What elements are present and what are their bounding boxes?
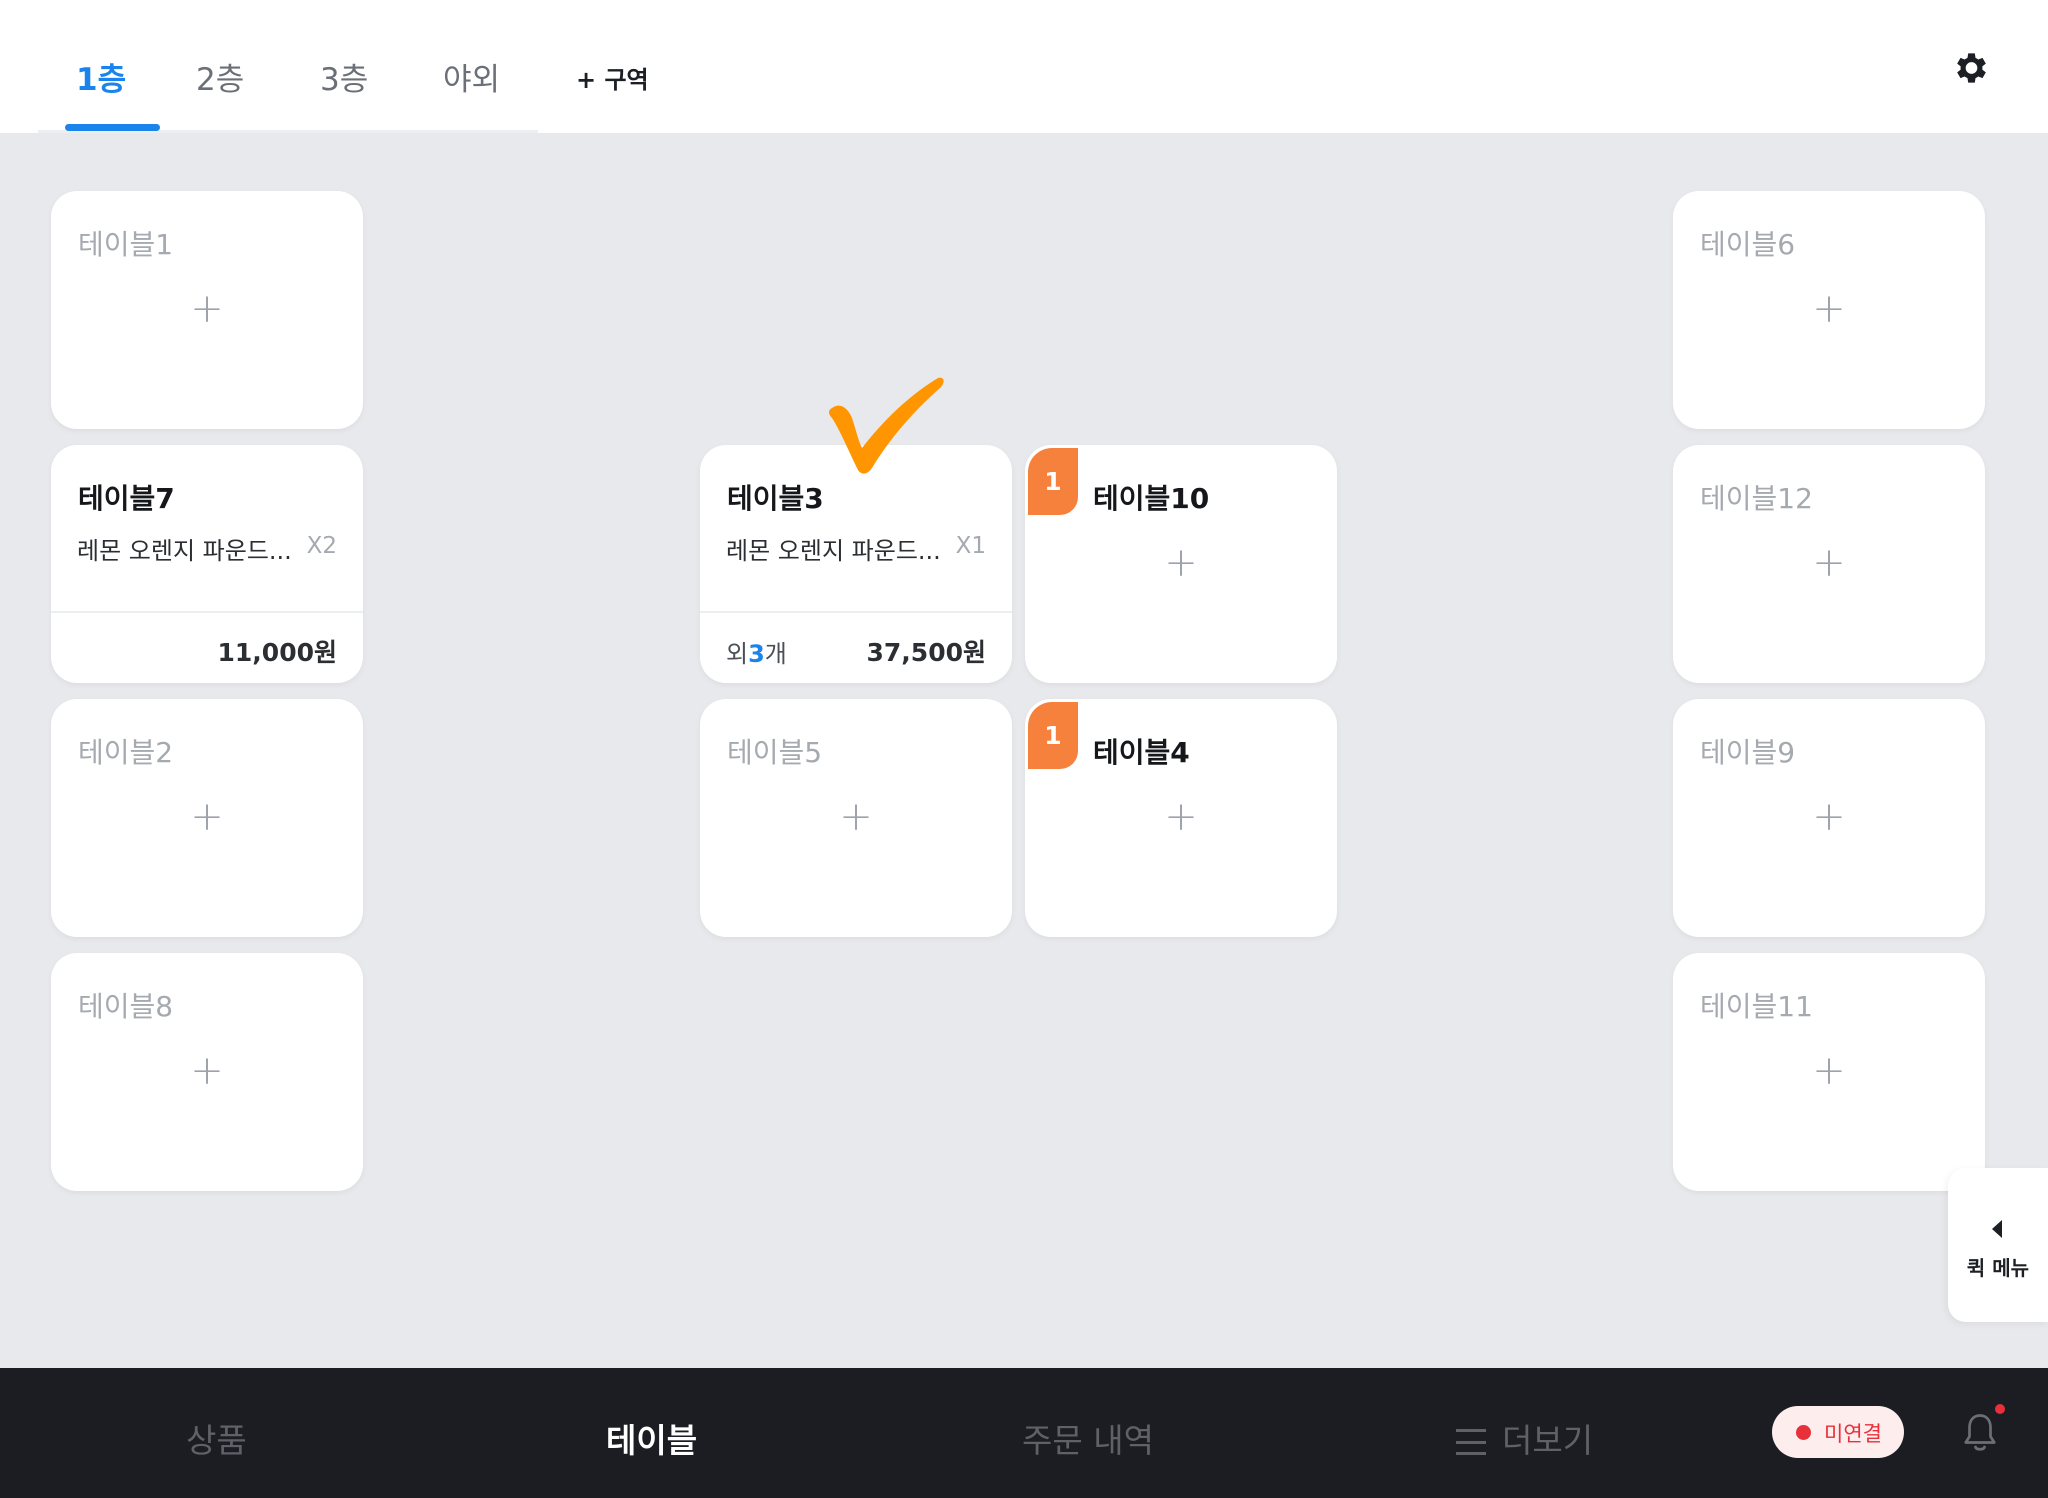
nav-products[interactable]: 상품 (186, 1414, 247, 1462)
plus-icon: + (839, 794, 873, 840)
quick-menu-button[interactable]: 퀵 메뉴 (1948, 1168, 2048, 1322)
table-name: 테이블11 (1700, 990, 1813, 1023)
table-card-12[interactable]: 테이블12 + (1673, 445, 1985, 683)
check-mark-icon (829, 377, 944, 474)
order-total: 11,000원 (217, 638, 337, 667)
table-card-7[interactable]: 테이블7 레몬 오렌지 파운드... X2 11,000원 (51, 445, 363, 683)
plus-icon: + (190, 794, 224, 840)
hamburger-icon (1456, 1429, 1486, 1455)
nav-more[interactable]: 더보기 (1456, 1414, 1593, 1462)
table-card-5[interactable]: 테이블5 + (700, 699, 1012, 937)
table-name: 테이블6 (1700, 228, 1796, 261)
tab-floor-3[interactable]: 3층 (320, 54, 368, 99)
add-zone-button[interactable]: + 구역 (576, 60, 649, 95)
tab-floor-1[interactable]: 1층 (76, 54, 126, 99)
plus-icon: + (1812, 1048, 1846, 1094)
divider (51, 611, 363, 613)
table-card-1[interactable]: 테이블1 + (51, 191, 363, 429)
top-bar: 1층 2층 3층 야외 + 구역 (0, 0, 2048, 133)
table-card-8[interactable]: 테이블8 + (51, 953, 363, 1191)
more-items-count: 외3개 (726, 640, 787, 668)
plus-icon: + (190, 1048, 224, 1094)
quick-menu-label: 퀵 메뉴 (1966, 1256, 2030, 1280)
plus-icon: + (1164, 794, 1198, 840)
plus-icon: + (1812, 540, 1846, 586)
order-item-name: 레몬 오렌지 파운드... (726, 537, 941, 565)
plus-icon: + (190, 286, 224, 332)
table-card-6[interactable]: 테이블6 + (1673, 191, 1985, 429)
order-item-qty: X1 (955, 533, 986, 559)
order-item-name: 레몬 오렌지 파운드... (77, 537, 292, 565)
plus-icon: + (1812, 794, 1846, 840)
table-name: 테이블10 (1093, 482, 1210, 515)
divider (700, 611, 1012, 613)
table-name: 테이블8 (78, 990, 174, 1023)
table-name: 테이블9 (1700, 736, 1796, 769)
table-name: 테이블1 (78, 228, 174, 261)
gear-icon[interactable] (1950, 48, 1990, 88)
table-card-9[interactable]: 테이블9 + (1673, 699, 1985, 937)
plus-icon: + (1812, 286, 1846, 332)
table-name: 테이블4 (1093, 736, 1190, 769)
bell-icon[interactable] (1962, 1410, 1998, 1454)
order-count-badge: 1 (1028, 702, 1078, 769)
table-name: 테이블5 (727, 736, 823, 769)
table-name: 테이블2 (78, 736, 174, 769)
table-card-2[interactable]: 테이블2 + (51, 699, 363, 937)
floor-tabs: 1층 2층 3층 야외 (38, 0, 538, 133)
bottom-nav: 상품 테이블 주문 내역 더보기 미연결 (0, 1368, 2048, 1498)
tab-outdoor[interactable]: 야외 (443, 54, 500, 99)
table-card-10[interactable]: 1 테이블10 + (1025, 445, 1337, 683)
table-card-11[interactable]: 테이블11 + (1673, 953, 1985, 1191)
order-item-qty: X2 (306, 533, 337, 559)
connection-status-label: 미연결 (1824, 1422, 1882, 1446)
nav-more-label: 더보기 (1502, 1421, 1594, 1460)
connection-status-badge[interactable]: 미연결 (1772, 1406, 1904, 1458)
table-name: 테이블3 (727, 482, 824, 515)
nav-order-history[interactable]: 주문 내역 (1022, 1414, 1154, 1462)
tab-floor-2[interactable]: 2층 (196, 54, 244, 99)
order-total: 37,500원 (866, 638, 986, 667)
plus-icon: + (1164, 540, 1198, 586)
caret-left-icon (1992, 1220, 2002, 1238)
notification-dot (1995, 1404, 2005, 1414)
table-name: 테이블12 (1700, 482, 1813, 515)
active-tab-indicator (65, 124, 160, 131)
status-dot (1796, 1425, 1811, 1440)
table-card-4[interactable]: 1 테이블4 + (1025, 699, 1337, 937)
table-name: 테이블7 (78, 482, 175, 515)
order-count-badge: 1 (1028, 448, 1078, 515)
table-card-3[interactable]: 테이블3 레몬 오렌지 파운드... X1 외3개 37,500원 (700, 445, 1012, 683)
nav-tables[interactable]: 테이블 (606, 1414, 697, 1462)
